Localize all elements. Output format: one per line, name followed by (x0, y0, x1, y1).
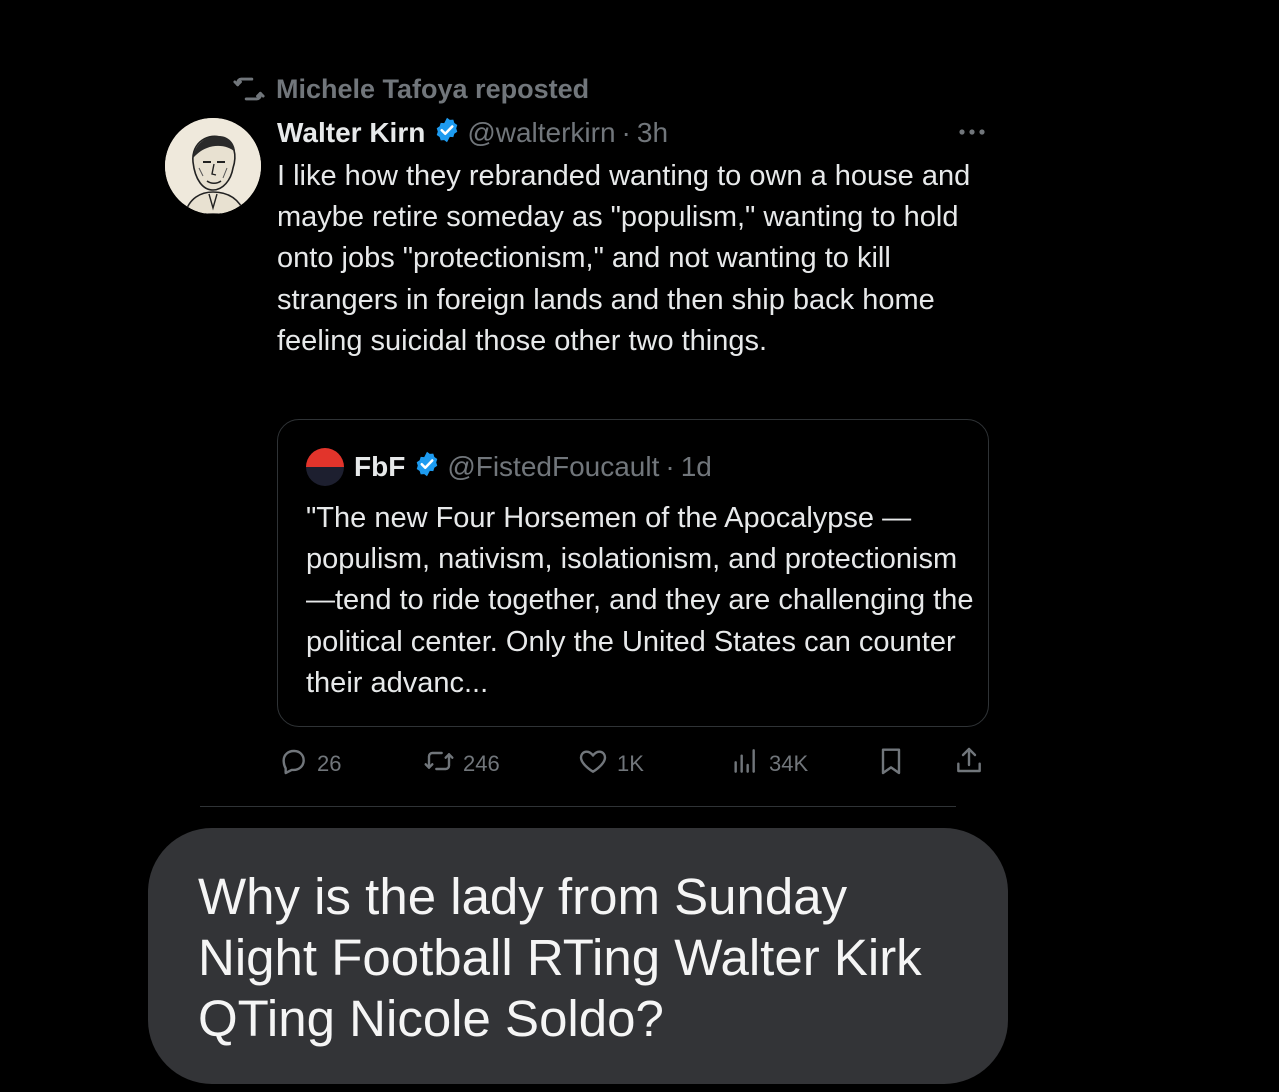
like-button[interactable]: 1K (577, 744, 644, 784)
quoted-tweet-card[interactable]: FbF @FistedFoucault · 1d "The new Four H… (277, 419, 989, 727)
repost-text[interactable]: Michele Tafoya reposted (276, 74, 589, 105)
tweet-divider (200, 806, 956, 807)
repost-icon (423, 745, 455, 783)
verified-badge-icon[interactable] (413, 450, 441, 485)
quote-text: "The new Four Horsemen of the Apocalypse… (306, 502, 974, 699)
quote-avatar[interactable] (306, 448, 344, 486)
reply-button[interactable]: 26 (277, 744, 341, 784)
reply-count: 26 (317, 751, 342, 776)
tweet-action-bar: 26 246 1K 34K (277, 744, 989, 784)
bookmark-button[interactable] (875, 744, 907, 784)
separator-dot: · (621, 117, 631, 148)
views-chart-icon (729, 745, 761, 783)
repost-indicator: Michele Tafoya reposted (232, 72, 589, 106)
more-icon[interactable] (952, 112, 992, 152)
author-handle[interactable]: @walterkirn (467, 117, 615, 149)
like-count: 1K (617, 751, 644, 776)
views-button[interactable]: 34K (729, 744, 808, 784)
tweet-text: I like how they rebranded wanting to own… (277, 160, 971, 357)
quote-time[interactable]: 1d (681, 451, 712, 483)
share-button[interactable] (953, 744, 985, 784)
quote-author-name[interactable]: FbF (354, 451, 405, 483)
share-icon (953, 745, 985, 783)
separator-dot: · (665, 451, 675, 482)
repost-count: 246 (463, 751, 500, 776)
tweet-time[interactable]: 3h (637, 117, 668, 149)
author-avatar[interactable] (165, 118, 261, 214)
quote-header: FbF @FistedFoucault · 1d (306, 448, 712, 486)
tweet-header: Walter Kirn @walterkirn · 3h (277, 114, 668, 152)
views-count: 34K (769, 751, 809, 776)
quote-author-handle[interactable]: @FistedFoucault (447, 451, 659, 483)
author-name[interactable]: Walter Kirn (277, 117, 425, 149)
verified-badge-icon[interactable] (433, 116, 461, 151)
heart-icon (577, 745, 609, 783)
repost-icon (232, 72, 266, 106)
message-bubble[interactable]: Why is the lady from Sunday Night Footba… (148, 828, 1008, 1084)
bookmark-icon (875, 745, 907, 783)
message-text: Why is the lady from Sunday Night Footba… (198, 868, 922, 1047)
repost-button[interactable]: 246 (423, 744, 500, 784)
reply-icon (277, 745, 309, 783)
